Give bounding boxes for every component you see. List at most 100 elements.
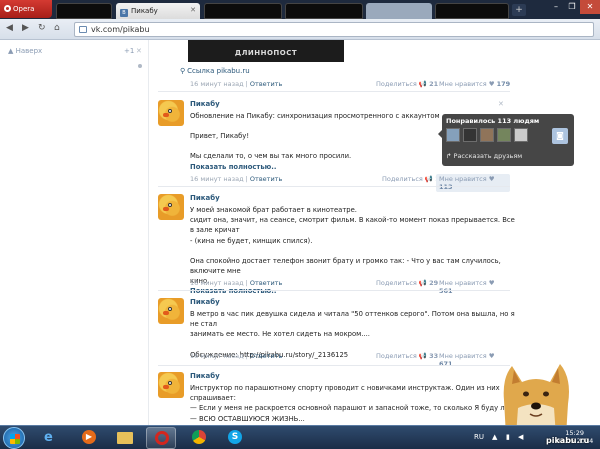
new-items-count: +1: [124, 47, 135, 55]
post-line: — ВСЮ ОСТАВШУЮСЯ ЖИЗНЬ...: [190, 414, 305, 423]
home-icon[interactable]: ⌂: [54, 23, 60, 33]
share-icon: 📢: [418, 80, 428, 88]
post-meta: 16 минут назад | Ответить: [190, 279, 283, 287]
post-meta: 16 минут назад | Ответить: [190, 80, 283, 88]
browser-tab-6[interactable]: [435, 3, 509, 19]
scroll-up-button[interactable]: ▲ Наверх: [8, 47, 42, 55]
vk-favicon-icon: В: [120, 9, 128, 17]
post-separator: [158, 91, 510, 92]
taskbar-explorer-icon[interactable]: [110, 427, 140, 449]
tell-friends-button[interactable]: ↱ Рассказать друзьям: [446, 152, 522, 160]
reply-link[interactable]: Ответить: [250, 352, 282, 360]
attachment-link-label: Ссылка pikabu.ru: [187, 67, 250, 75]
liker-avatars: [446, 128, 531, 144]
avatar[interactable]: [158, 372, 184, 398]
forward-arrow-icon[interactable]: ▶: [22, 23, 29, 33]
avatar[interactable]: [158, 298, 184, 324]
taskbar-media-player-icon[interactable]: ▶: [74, 427, 104, 449]
reply-link[interactable]: Ответить: [250, 175, 282, 183]
post-close-icon[interactable]: ✕: [498, 100, 504, 108]
liker-avatar[interactable]: [446, 128, 460, 142]
left-sidebar: ▲ Наверх +1 ✕: [0, 40, 148, 425]
post-line: Инструктор по парашютному спорту проводи…: [190, 384, 500, 403]
like-button[interactable]: Мне нравится ♥ 113: [436, 174, 510, 192]
start-button[interactable]: [3, 427, 25, 449]
share-icon: 📢: [424, 175, 434, 183]
likes-tooltip[interactable]: Понравилось 113 людям ◙ ↱ Рассказать дру…: [438, 114, 574, 166]
browser-tab-1[interactable]: [56, 3, 112, 19]
post-line: сидит она, значит, на сеансе, смотрит фи…: [190, 216, 515, 235]
taskbar-opera-icon[interactable]: [146, 427, 176, 449]
url-field[interactable]: vk.com/pikabu: [74, 22, 594, 37]
scroll-up-label: Наверх: [15, 47, 43, 55]
back-arrow-icon[interactable]: ◀: [6, 23, 13, 33]
taskbar-skype-icon[interactable]: S: [220, 427, 250, 449]
avatar[interactable]: [158, 194, 184, 220]
post-line: — Если у меня не раскроется основной пар…: [190, 404, 510, 413]
like-count: 113: [439, 183, 453, 191]
liker-avatar[interactable]: [497, 128, 511, 142]
like-label: Мне нравится: [439, 175, 487, 183]
page-scrollbar[interactable]: [592, 40, 600, 425]
close-window-button[interactable]: ✕: [580, 0, 600, 14]
browser-tab-active[interactable]: В Пикабу ✕: [116, 3, 200, 19]
post-time: 16 минут назад: [190, 80, 244, 88]
address-bar-row: ◀ ▶ ↻ ⌂ vk.com/pikabu: [0, 19, 600, 40]
share-button[interactable]: Поделиться 📢 33: [376, 352, 438, 360]
camera-icon[interactable]: ◙: [552, 128, 568, 144]
post-separator: [158, 186, 510, 187]
sidebar-close-icon[interactable]: ✕: [136, 47, 142, 55]
like-count: 671: [439, 360, 453, 368]
post-meta: 16 минут назад | Ответить: [190, 175, 283, 183]
taskbar-chrome-icon[interactable]: [184, 427, 214, 449]
post-image-longpost[interactable]: ДЛИННОПОСТ: [188, 40, 344, 62]
language-indicator[interactable]: RU: [474, 433, 484, 441]
reload-icon[interactable]: ↻: [38, 23, 46, 33]
post-time: 16 минут назад: [190, 352, 244, 360]
post-author[interactable]: Пикабу: [190, 100, 220, 108]
taskbar-ie-icon[interactable]: e: [36, 427, 66, 449]
liker-avatar[interactable]: [480, 128, 494, 142]
url-text: vk.com/pikabu: [91, 25, 150, 34]
page-info-icon: [79, 26, 87, 33]
like-button[interactable]: Мне нравится ♥ 179: [436, 79, 513, 89]
share-button[interactable]: Поделиться 📢 1: [382, 175, 440, 183]
post-author[interactable]: Пикабу: [190, 298, 220, 306]
share-button[interactable]: Поделиться 📢 29: [376, 279, 438, 287]
share-button[interactable]: Поделиться 📢 21: [376, 80, 438, 88]
heart-icon: ♥: [488, 80, 495, 88]
like-button[interactable]: Мне нравится ♥ 561: [436, 278, 510, 296]
opera-menu-button[interactable]: Opera: [0, 0, 52, 18]
like-count: 179: [496, 80, 511, 88]
liker-avatar[interactable]: [514, 128, 528, 142]
post-attachment-link[interactable]: ⚲ Ссылка pikabu.ru: [180, 67, 250, 75]
avatar[interactable]: [158, 100, 184, 126]
tray-expand-icon[interactable]: ▲: [492, 433, 497, 441]
post-text: Инструктор по парашютному спорту проводи…: [190, 383, 510, 424]
network-icon[interactable]: ▮: [506, 433, 510, 441]
watermark: pikabu.ru: [546, 436, 590, 445]
minimize-button[interactable]: –: [548, 0, 564, 14]
maximize-button[interactable]: ❐: [564, 0, 580, 14]
doge-dog-image: [503, 364, 569, 425]
share-label: Поделиться: [376, 279, 417, 287]
browser-tab-4[interactable]: [285, 3, 363, 19]
liker-avatar[interactable]: [463, 128, 477, 142]
reply-link[interactable]: Ответить: [250, 80, 282, 88]
post-time: 16 минут назад: [190, 175, 244, 183]
browser-tab-5[interactable]: [366, 3, 432, 19]
post-line: Она спокойно достает телефон звонит брат…: [190, 256, 501, 276]
post-author[interactable]: Пикабу: [190, 372, 220, 380]
share-label: Поделиться: [376, 80, 417, 88]
new-tab-button[interactable]: +: [512, 4, 526, 16]
post-author[interactable]: Пикабу: [190, 194, 220, 202]
close-tab-icon[interactable]: ✕: [190, 6, 196, 14]
tooltip-title[interactable]: Понравилось 113 людям: [446, 117, 539, 125]
sidebar-divider: [148, 40, 149, 425]
post-line: занимать ее место. Не хотел сидеть на мо…: [190, 330, 370, 339]
heart-icon: ♥: [488, 352, 495, 360]
reply-link[interactable]: Ответить: [250, 279, 282, 287]
share-icon: 📢: [418, 352, 428, 360]
browser-tab-3[interactable]: [204, 3, 282, 19]
volume-icon[interactable]: ◀: [518, 433, 523, 441]
